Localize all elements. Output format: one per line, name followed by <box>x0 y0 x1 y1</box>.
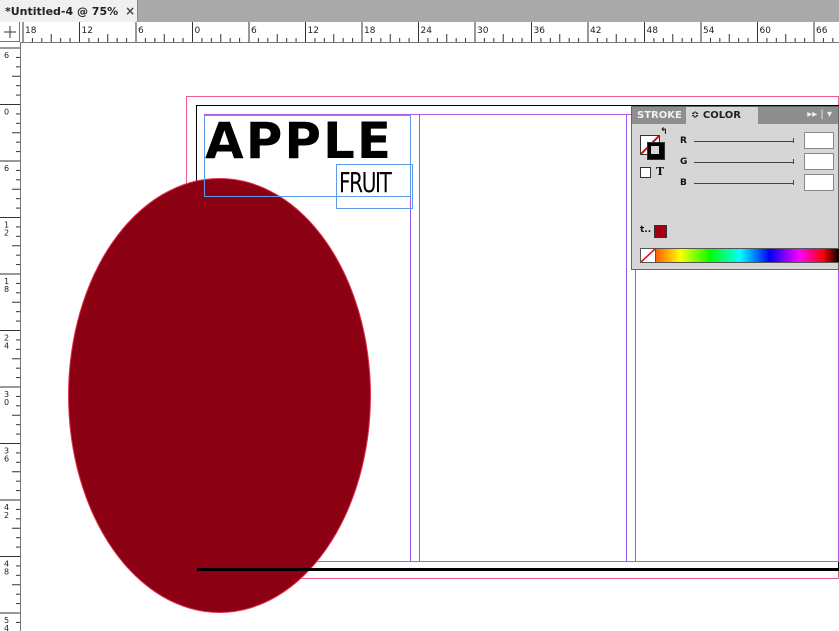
column-guide <box>419 114 420 562</box>
slider-b[interactable]: B <box>680 176 794 190</box>
tab-color[interactable]: ≎ COLOR <box>686 107 758 124</box>
ruler-label: 8 <box>4 568 9 577</box>
ruler-label: 0 <box>4 108 9 117</box>
ruler-label: 6 <box>4 51 9 60</box>
ruler-label: 42 <box>590 26 601 36</box>
document-tab-title: *Untitled-4 @ 75% <box>5 4 119 18</box>
ruler-label: 18 <box>364 26 376 36</box>
formatting-container-icon[interactable] <box>640 167 651 178</box>
formatting-text-icon[interactable]: T <box>656 165 664 178</box>
ruler-label: 2 <box>4 229 9 238</box>
slider-r-track[interactable] <box>694 137 794 143</box>
stroke-swatch[interactable] <box>647 142 665 160</box>
panel-menu-icon[interactable]: ▸▸ | ▾ <box>807 109 832 120</box>
headline-text[interactable]: APPLE <box>205 116 393 166</box>
ruler-label: 60 <box>760 26 772 36</box>
ruler-label: 12 <box>308 26 319 36</box>
ruler-label: 2 <box>4 511 9 520</box>
color-panel: STROKE ≎ COLOR ▸▸ | ▾ ↰ T R G B t.. <box>631 106 839 270</box>
ruler-label: 12 <box>82 26 93 36</box>
b-value-field[interactable] <box>804 174 834 191</box>
ruler-label: 0 <box>195 26 201 36</box>
ruler-label: 8 <box>4 285 9 294</box>
color-spectrum-ramp[interactable] <box>640 248 839 263</box>
ruler-origin-corner[interactable] <box>0 22 20 42</box>
subhead-text[interactable]: FRUIT <box>339 166 392 200</box>
g-value-field[interactable] <box>804 153 834 170</box>
ruler-label: 54 <box>703 26 715 36</box>
horizontal-ruler[interactable]: 18 12 6 0 6 12 18 24 30 36 42 48 54 60 66 <box>20 22 839 43</box>
slider-g-label: G <box>680 157 688 167</box>
slider-r[interactable]: R <box>680 134 794 148</box>
ruler-label: 0 <box>4 398 9 407</box>
vertical-ruler-ticks: 6061218243036424854 <box>0 47 20 631</box>
bottom-rule-line[interactable] <box>197 568 839 571</box>
column-guide <box>626 114 627 562</box>
ruler-label: 36 <box>534 26 546 36</box>
ruler-label: 6 <box>4 455 9 464</box>
slider-r-label: R <box>680 136 687 146</box>
close-tab-icon[interactable]: × <box>125 4 135 18</box>
document-tab[interactable]: *Untitled-4 @ 75% × <box>0 0 138 22</box>
ruler-label: 6 <box>138 26 144 36</box>
tint-icon[interactable]: t.. <box>640 225 651 235</box>
crosshair-icon <box>4 26 16 38</box>
last-color-swatch[interactable] <box>654 225 667 238</box>
ruler-label: 6 <box>251 26 257 36</box>
slider-b-track[interactable] <box>694 179 794 185</box>
slider-g-track[interactable] <box>694 158 794 164</box>
slider-b-label: B <box>680 178 687 188</box>
panel-tab-strip: STROKE ≎ COLOR ▸▸ | ▾ <box>632 107 838 124</box>
horizontal-ruler-ticks: 18 12 6 0 6 12 18 24 30 36 42 48 54 60 66 <box>22 22 834 42</box>
red-ellipse-shape[interactable] <box>68 178 371 613</box>
ruler-label: 18 <box>25 26 37 36</box>
slider-g[interactable]: G <box>680 155 794 169</box>
ruler-label: 24 <box>421 26 433 36</box>
vertical-ruler[interactable]: 6061218243036424854 <box>0 42 21 631</box>
none-color-icon[interactable] <box>641 249 656 262</box>
ruler-label: 4 <box>4 342 9 351</box>
ruler-label: 66 <box>816 26 828 36</box>
ruler-label: 4 <box>4 624 9 631</box>
r-value-field[interactable] <box>804 132 834 149</box>
swap-fill-stroke-icon[interactable]: ↰ <box>660 127 668 137</box>
ruler-label: 30 <box>477 26 489 36</box>
ruler-label: 6 <box>4 164 9 173</box>
tab-stroke[interactable]: STROKE <box>632 107 686 124</box>
ruler-label: 48 <box>647 26 659 36</box>
document-tab-bar: *Untitled-4 @ 75% × <box>0 0 839 22</box>
